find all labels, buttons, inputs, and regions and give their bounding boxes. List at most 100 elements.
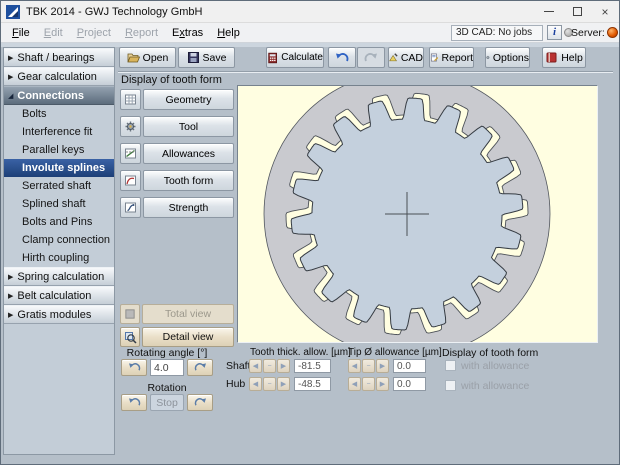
- open-folder-icon: [127, 51, 140, 64]
- minimize-icon: [544, 11, 554, 12]
- geometry-button[interactable]: Geometry: [143, 89, 234, 110]
- cad-button[interactable]: CAD: [388, 47, 424, 68]
- collapsed-triangle-icon: ▶: [8, 292, 13, 300]
- maximize-button[interactable]: [563, 1, 591, 22]
- sidebar-item-bolts-and-pins[interactable]: Bolts and Pins: [4, 213, 114, 231]
- with-allowance-checkbox-1[interactable]: [445, 360, 456, 371]
- allowances-button[interactable]: Allowances: [143, 143, 234, 164]
- shaft-thickness-stepper-prev[interactable]: ◀: [249, 359, 262, 373]
- sidebar-label: Involute splines: [22, 162, 105, 174]
- hub-thickness-stepper-next[interactable]: ▶: [277, 377, 290, 391]
- rotate-ccw-button[interactable]: [121, 359, 147, 376]
- shaft-tip-stepper-next[interactable]: ▶: [376, 359, 389, 373]
- report-document-icon: [430, 51, 438, 64]
- rotation-cw-button[interactable]: [187, 394, 213, 411]
- shaft-tip-stepper-reset[interactable]: −: [362, 359, 375, 373]
- menu-project[interactable]: Project: [70, 25, 118, 41]
- allowances-icon-button[interactable]: [120, 143, 141, 164]
- calculate-label: Calculate: [281, 52, 323, 63]
- menu-help[interactable]: Help: [210, 25, 247, 41]
- sidebar-header-shaft-bearings[interactable]: ▶Shaft / bearings: [4, 48, 114, 67]
- detail-view-label: Detail view: [163, 331, 214, 343]
- hub-thickness-stepper-prev[interactable]: ◀: [249, 377, 262, 391]
- open-button[interactable]: Open: [119, 47, 176, 68]
- toolbar-separator: [118, 71, 613, 73]
- sidebar-item-interference-fit[interactable]: Interference fit: [4, 123, 114, 141]
- total-view-button[interactable]: Total view: [142, 304, 234, 324]
- shaft-thickness-stepper-reset[interactable]: −: [263, 359, 276, 373]
- rotation-cw-icon: [194, 397, 207, 408]
- titlebar: TBK 2014 - GWJ Technology GmbH ×: [1, 1, 619, 23]
- sidebar-item-bolts[interactable]: Bolts: [4, 105, 114, 123]
- hub-thickness-allowance-input[interactable]: [294, 377, 331, 391]
- sidebar-item-parallel-keys[interactable]: Parallel keys: [4, 141, 114, 159]
- calculator-icon: [267, 52, 278, 64]
- sidebar-label: Splined shaft: [22, 198, 86, 210]
- menu-extras[interactable]: Extras: [165, 25, 210, 41]
- undo-icon: [335, 52, 349, 64]
- shaft-label: Shaft: [226, 360, 251, 372]
- strength-icon-button[interactable]: [120, 197, 141, 218]
- sidebar-item-involute-splines[interactable]: Involute splines: [4, 159, 114, 177]
- redo-button[interactable]: [357, 47, 385, 68]
- sidebar-header-gear-calculation[interactable]: ▶Gear calculation: [4, 67, 114, 86]
- help-book-icon: [545, 51, 558, 64]
- shaft-tip-stepper-prev[interactable]: ◀: [348, 359, 361, 373]
- with-allowance-label-1: with allowance: [461, 360, 529, 372]
- hub-thickness-stepper-reset[interactable]: −: [263, 377, 276, 391]
- hub-tip-stepper-reset[interactable]: −: [362, 377, 375, 391]
- geometry-icon-button[interactable]: [120, 89, 141, 110]
- sidebar-label: Bolts and Pins: [22, 216, 92, 228]
- with-allowance-checkbox-2[interactable]: [445, 380, 456, 391]
- strength-button[interactable]: Strength: [143, 197, 234, 218]
- tool-icon-button[interactable]: [120, 116, 141, 137]
- sidebar-item-hirth-coupling[interactable]: Hirth coupling: [4, 249, 114, 267]
- minimize-button[interactable]: [535, 1, 563, 22]
- sidebar-item-clamp-connection[interactable]: Clamp connection: [4, 231, 114, 249]
- sidebar-label: Hirth coupling: [22, 252, 89, 264]
- detail-view-icon-button[interactable]: [120, 327, 140, 347]
- stop-button[interactable]: Stop: [150, 394, 184, 411]
- tool-button[interactable]: Tool: [143, 116, 234, 137]
- sidebar-header-gratis-modules[interactable]: ▶Gratis modules: [4, 305, 114, 324]
- strength-sigma-icon: [124, 201, 137, 214]
- shaft-thickness-stepper-next[interactable]: ▶: [277, 359, 290, 373]
- calculate-button[interactable]: Calculate: [266, 47, 324, 68]
- hub-tip-allowance-input[interactable]: [393, 377, 426, 391]
- app-window: TBK 2014 - GWJ Technology GmbH × FileEdi…: [0, 0, 620, 465]
- report-button[interactable]: Report: [429, 47, 474, 68]
- sidebar-header-belt-calculation[interactable]: ▶Belt calculation: [4, 286, 114, 305]
- sidebar-item-serrated-shaft[interactable]: Serrated shaft: [4, 177, 114, 195]
- tooth-form-icon-button[interactable]: [120, 170, 141, 191]
- save-button[interactable]: Save: [178, 47, 235, 68]
- menu-file[interactable]: File: [5, 25, 37, 41]
- hub-tip-stepper-prev[interactable]: ◀: [348, 377, 361, 391]
- close-button[interactable]: ×: [591, 1, 619, 22]
- detail-view-button[interactable]: Detail view: [142, 327, 234, 347]
- info-button[interactable]: i: [547, 25, 562, 40]
- menu-report[interactable]: Report: [118, 25, 165, 41]
- report-label: Report: [441, 52, 473, 64]
- rotate-cw-button[interactable]: [187, 359, 213, 376]
- undo-button[interactable]: [328, 47, 356, 68]
- tip-allowance-label: Tip Ø allowance [µm]: [348, 347, 442, 358]
- total-view-icon-button[interactable]: [120, 304, 140, 324]
- tooth-form-button[interactable]: Tooth form: [143, 170, 234, 191]
- magnifier-icon: [124, 331, 137, 344]
- sidebar-label: Gear calculation: [17, 71, 97, 83]
- collapsed-triangle-icon: ▶: [8, 311, 13, 319]
- app-logo-icon: [6, 5, 20, 19]
- hub-tip-stepper-next[interactable]: ▶: [376, 377, 389, 391]
- sidebar-header-spring-calculation[interactable]: ▶Spring calculation: [4, 267, 114, 286]
- rotation-ccw-button[interactable]: [121, 394, 147, 411]
- options-button[interactable]: Options: [485, 47, 530, 68]
- sidebar-item-splined-shaft[interactable]: Splined shaft: [4, 195, 114, 213]
- menu-edit[interactable]: Edit: [37, 25, 70, 41]
- shaft-tip-allowance-input[interactable]: [393, 359, 426, 373]
- with-allowance-label-2: with allowance: [461, 380, 529, 392]
- help-button[interactable]: Help: [542, 47, 586, 68]
- shaft-thickness-allowance-input[interactable]: [294, 359, 331, 373]
- cad-drawing-icon: [389, 51, 398, 64]
- sidebar-header-connections[interactable]: ◢Connections: [4, 86, 114, 105]
- rotating-angle-input[interactable]: [150, 359, 184, 376]
